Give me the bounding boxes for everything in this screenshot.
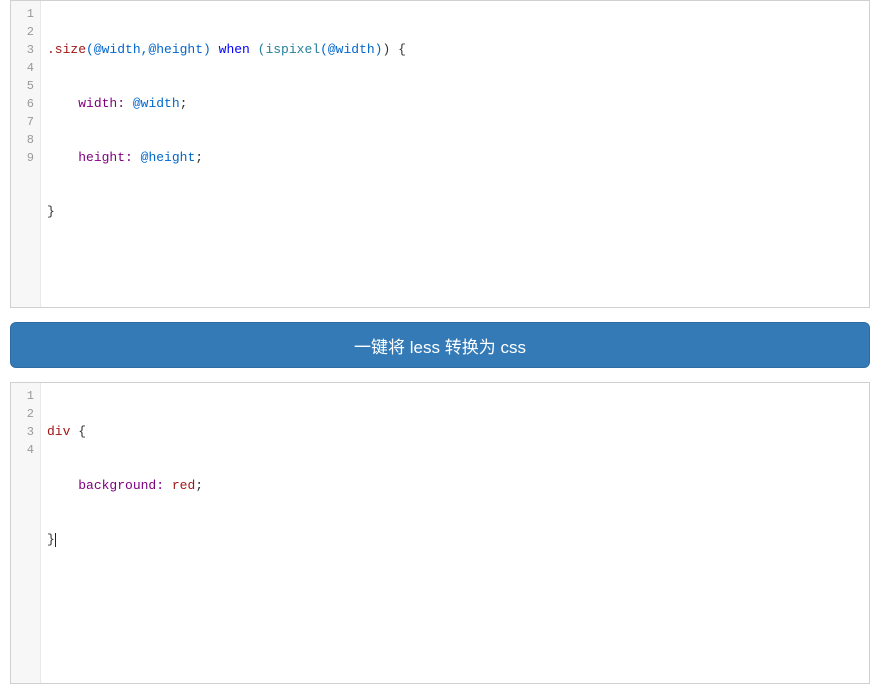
line-number: 1	[15, 5, 34, 23]
code-line	[47, 585, 863, 603]
line-number: 3	[15, 423, 34, 441]
line-number: 2	[15, 23, 34, 41]
code-line	[47, 257, 863, 275]
code-line: }	[47, 531, 863, 549]
line-number: 8	[15, 131, 34, 149]
line-number: 6	[15, 95, 34, 113]
code-line: width: @width;	[47, 95, 863, 113]
line-number: 1	[15, 387, 34, 405]
code-line: background: red;	[47, 477, 863, 495]
convert-less-to-css-button[interactable]: 一键将 less 转换为 css	[10, 322, 870, 368]
css-code-area[interactable]: div { background: red; }	[41, 383, 869, 683]
line-number: 9	[15, 149, 34, 167]
convert-button-label: 一键将 less 转换为 css	[354, 333, 526, 358]
line-number: 2	[15, 405, 34, 423]
css-output-editor[interactable]: 1 2 3 4 div { background: red; }	[10, 382, 870, 684]
line-number: 4	[15, 441, 34, 459]
code-line: height: @height;	[47, 149, 863, 167]
less-editor-gutter: 1 2 3 4 5 6 7 8 9	[11, 1, 41, 307]
line-number: 4	[15, 59, 34, 77]
code-line: }	[47, 203, 863, 221]
line-number: 5	[15, 77, 34, 95]
text-cursor	[55, 533, 56, 547]
code-line: .size(@width,@height) when (ispixel(@wid…	[47, 41, 863, 59]
line-number: 7	[15, 113, 34, 131]
css-editor-gutter: 1 2 3 4	[11, 383, 41, 683]
less-code-area[interactable]: .size(@width,@height) when (ispixel(@wid…	[41, 1, 869, 307]
less-source-editor[interactable]: 1 2 3 4 5 6 7 8 9 .size(@width,@height) …	[10, 0, 870, 308]
line-number: 3	[15, 41, 34, 59]
code-line: div {	[47, 423, 863, 441]
